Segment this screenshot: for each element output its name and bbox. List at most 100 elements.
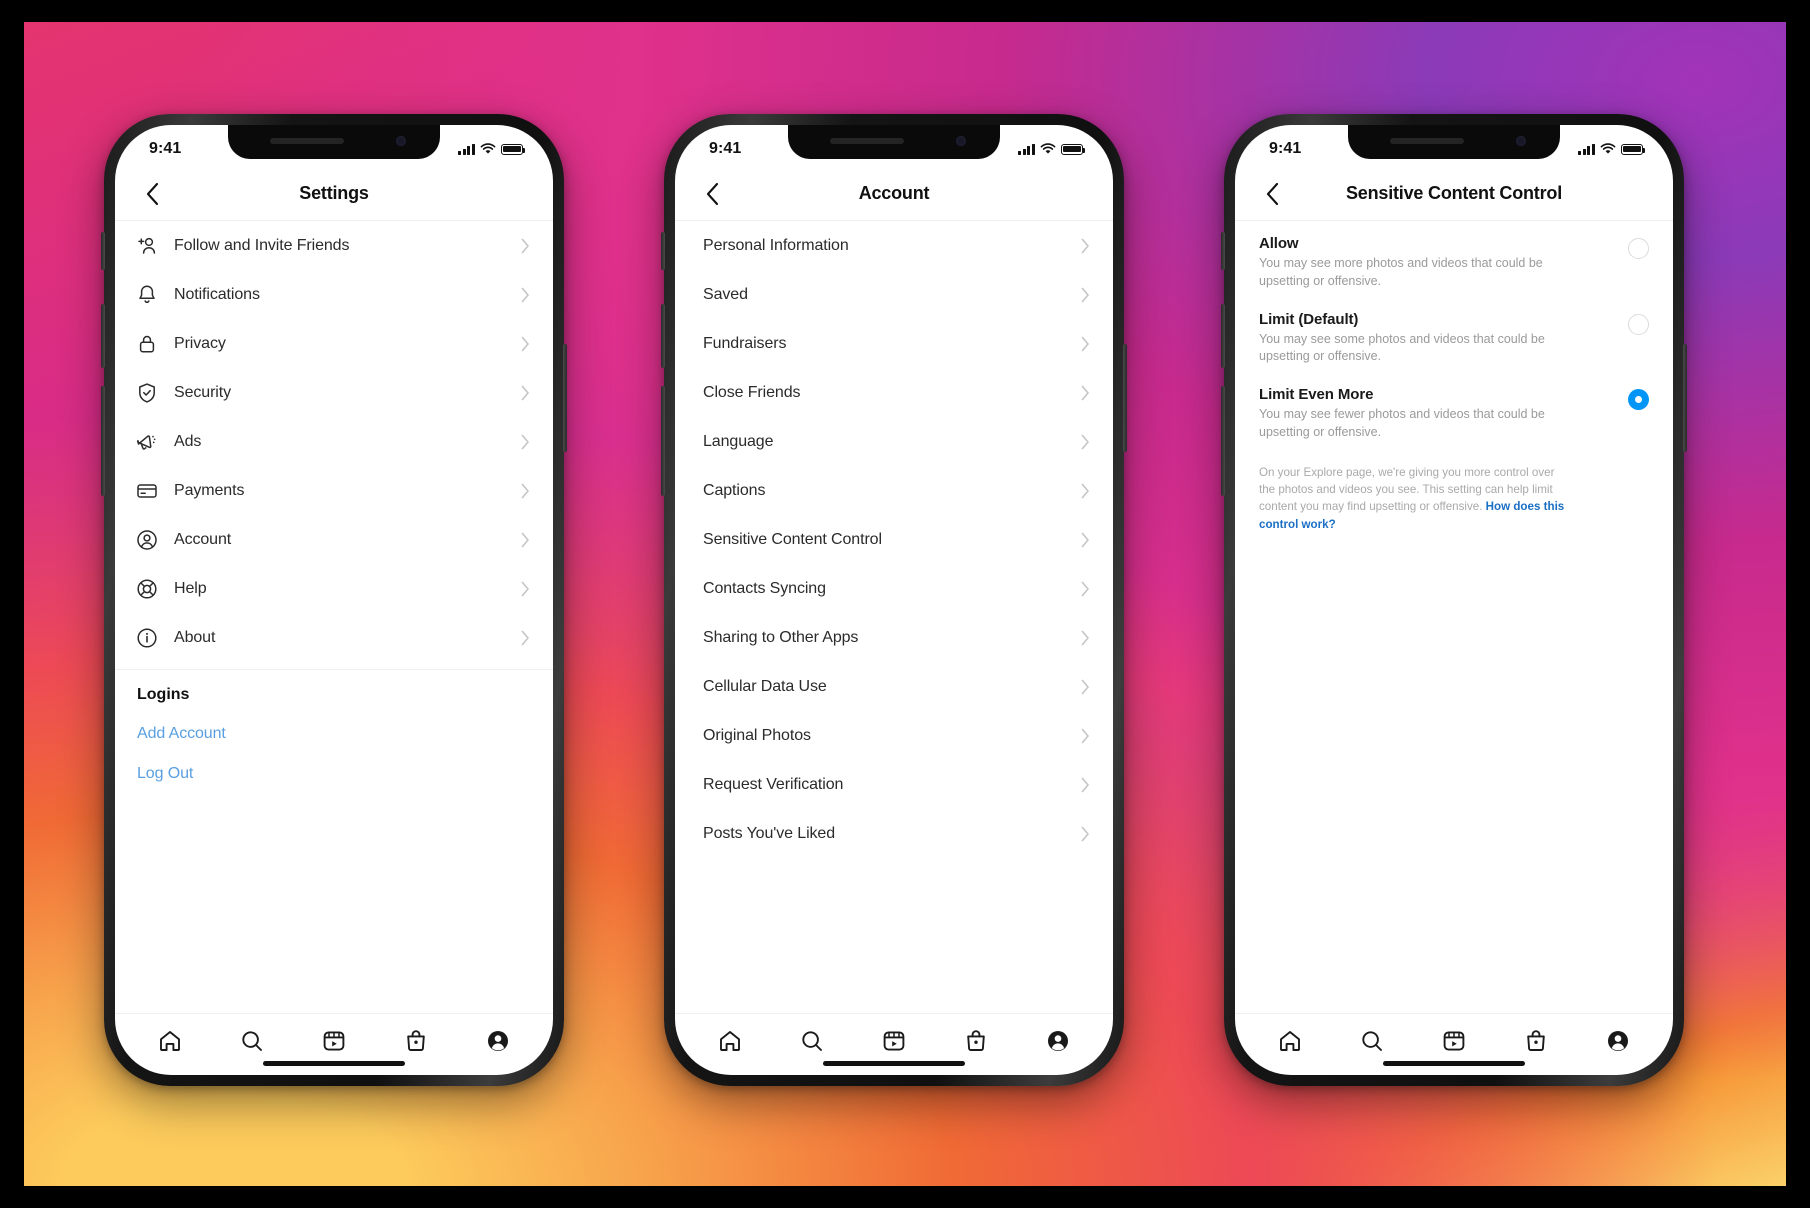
option-description: You may see fewer photos and videos that… [1259,407,1545,439]
account-item-label: Saved [703,285,748,303]
tab-home[interactable] [714,1025,746,1057]
chevron-right-icon [1081,532,1093,548]
page-title: Sensitive Content Control [1345,183,1562,203]
back-button[interactable] [695,177,729,211]
settings-item-account[interactable]: Account [115,515,553,564]
home-indicator [823,1061,965,1066]
home-icon [720,1030,740,1051]
chevron-left-icon [706,182,718,205]
search-icon [1362,1030,1382,1051]
silence-switch [1221,232,1225,270]
home-icon [1280,1030,1300,1051]
account-item-sensitive-content-control[interactable]: Sensitive Content Control [675,515,1113,564]
radio-limit-default[interactable] [1628,313,1649,335]
settings-item-payments[interactable]: Payments [115,466,553,515]
home-indicator [263,1061,405,1066]
tab-shop[interactable] [960,1025,992,1057]
account-item-label: Contacts Syncing [703,579,826,597]
account-item-language[interactable]: Language [675,417,1113,466]
settings-item-label: About [174,628,216,646]
reels-icon [883,1030,905,1051]
back-button[interactable] [135,177,169,211]
tab-profile[interactable] [482,1025,514,1057]
settings-item-about[interactable]: About [115,613,553,662]
log-out-link[interactable]: Log Out [115,754,553,794]
battery-full-icon [1621,143,1646,155]
option-title: Allow [1259,235,1299,252]
settings-item-label: Security [174,383,231,401]
account-item-original-photos[interactable]: Original Photos [675,711,1113,760]
account-item-fundraisers[interactable]: Fundraisers [675,319,1113,368]
chevron-right-icon [1081,728,1093,744]
chevron-right-icon [1081,581,1093,597]
tab-profile[interactable] [1602,1025,1634,1057]
section-title-logins: Logins [137,686,190,703]
tab-search[interactable] [796,1025,828,1057]
profile-icon [488,1030,508,1051]
settings-item-notifications[interactable]: Notifications [115,270,553,319]
chevron-right-icon [521,287,533,303]
option-allow[interactable]: Allow You may see more photos and videos… [1235,221,1673,297]
power-button [563,344,567,452]
account-item-cellular-data-use[interactable]: Cellular Data Use [675,662,1113,711]
tab-shop[interactable] [1520,1025,1552,1057]
tab-profile[interactable] [1042,1025,1074,1057]
status-bar: 9:41 [115,125,553,167]
tab-reels[interactable] [318,1025,350,1057]
tab-shop[interactable] [400,1025,432,1057]
person-circle-icon [135,528,159,552]
chevron-right-icon [521,336,533,352]
status-bar: 9:41 [675,125,1113,167]
option-limit-even-more[interactable]: Limit Even More You may see fewer photos… [1235,372,1673,448]
settings-item-label: Notifications [174,285,260,303]
back-button[interactable] [1255,177,1289,211]
radio-limit-even-more[interactable] [1628,389,1649,410]
settings-item-ads[interactable]: Ads [115,417,553,466]
settings-item-label: Help [174,579,207,597]
account-item-label: Personal Information [703,236,849,254]
chevron-right-icon [521,238,533,254]
status-time: 9:41 [1269,140,1302,157]
account-item-close-friends[interactable]: Close Friends [675,368,1113,417]
account-item-label: Language [703,432,774,450]
account-item-captions[interactable]: Captions [675,466,1113,515]
chevron-right-icon [1081,679,1093,695]
account-item-personal-information[interactable]: Personal Information [675,221,1113,270]
tab-search[interactable] [1356,1025,1388,1057]
settings-item-security[interactable]: Security [115,368,553,417]
nav-bar: Sensitive Content Control [1235,167,1673,221]
account-item-sharing-to-other-apps[interactable]: Sharing to Other Apps [675,613,1113,662]
cellular-bars-icon [458,143,475,155]
chevron-right-icon [521,434,533,450]
shop-bag-icon [407,1029,425,1051]
tab-reels[interactable] [878,1025,910,1057]
account-item-label: Request Verification [703,775,844,793]
nav-bar: Settings [115,167,553,221]
tab-reels[interactable] [1438,1025,1470,1057]
settings-item-privacy[interactable]: Privacy [115,319,553,368]
account-item-label: Fundraisers [703,334,787,352]
cellular-bars-icon [1578,143,1595,155]
chevron-right-icon [1081,336,1093,352]
lifebuoy-icon [135,577,159,601]
chevron-right-icon [521,630,533,646]
tab-home[interactable] [154,1025,186,1057]
status-time: 9:41 [149,140,182,157]
settings-list: Follow and Invite Friends Notifications … [115,221,553,1013]
option-limit-default[interactable]: Limit (Default) You may see some photos … [1235,297,1673,373]
account-item-saved[interactable]: Saved [675,270,1113,319]
account-item-contacts-syncing[interactable]: Contacts Syncing [675,564,1113,613]
lock-icon [135,332,159,356]
account-item-request-verification[interactable]: Request Verification [675,760,1113,809]
account-item-posts-youve-liked[interactable]: Posts You've Liked [675,809,1113,858]
wifi-icon [1600,143,1616,155]
radio-allow[interactable] [1628,238,1649,259]
status-time: 9:41 [709,140,742,157]
settings-item-label: Ads [174,432,202,450]
tab-home[interactable] [1274,1025,1306,1057]
reels-icon [1443,1030,1465,1051]
add-account-link[interactable]: Add Account [115,714,553,754]
settings-item-follow-invite-friends[interactable]: Follow and Invite Friends [115,221,553,270]
tab-search[interactable] [236,1025,268,1057]
settings-item-help[interactable]: Help [115,564,553,613]
